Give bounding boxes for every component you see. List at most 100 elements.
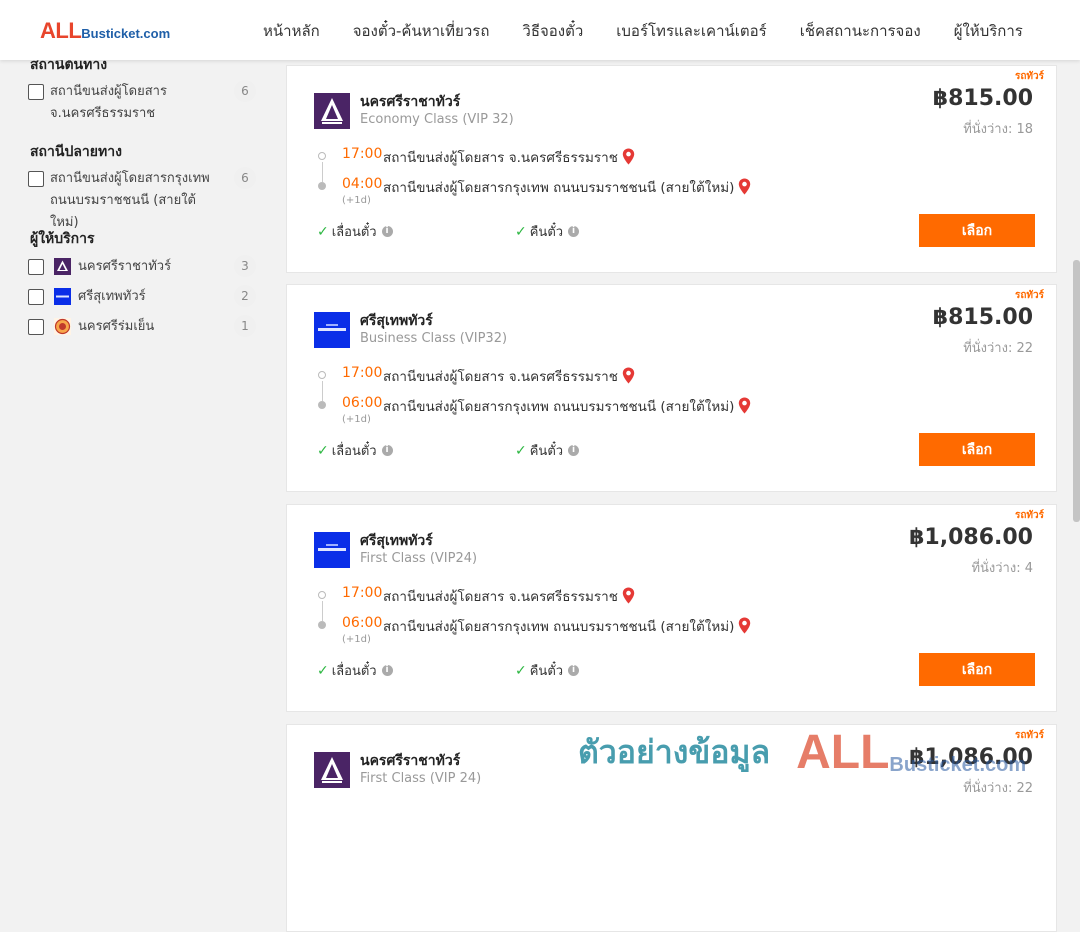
location-pin-icon[interactable]	[738, 397, 751, 414]
arrival-time: 06:00	[342, 395, 383, 411]
departure-station-label: สถานีขนส่งผู้โดยสาร จ.นครศรีธรรมราช	[383, 369, 618, 385]
change-ticket-policy: ✓ เลื่อนตั๋ว i	[317, 660, 393, 681]
seat-class: First Class (VIP24)	[360, 551, 478, 566]
policy-label: เลื่อนตั๋ว	[331, 444, 377, 459]
trip-card: รถทัวร์ นครศรีราชาทัวร์ Economy Class (V…	[286, 65, 1057, 273]
route-line	[322, 601, 323, 621]
nakhonsi-logo-icon	[314, 93, 350, 129]
location-pin-icon[interactable]	[738, 178, 751, 195]
trip-price: ฿1,086.00	[909, 525, 1033, 550]
check-icon: ✓	[317, 223, 329, 240]
nav-operators[interactable]: ผู้ให้บริการ	[954, 19, 1023, 43]
srisuthep-logo-icon	[54, 288, 71, 305]
day-offset: (+1d)	[342, 195, 371, 206]
operator-name: นครศรีราชาทัวร์	[360, 94, 461, 110]
location-pin-icon[interactable]	[622, 587, 635, 604]
route-line	[322, 381, 323, 401]
policy-label: คืนตั๋ว	[529, 444, 564, 459]
bus-type-tag: รถทัวร์	[1014, 290, 1044, 301]
check-icon: ✓	[515, 442, 527, 459]
logo-all-text: ALL	[40, 18, 82, 43]
seats-available: ที่นั่งว่าง: 22	[963, 781, 1033, 796]
trip-card: รถทัวร์ ศรีสุเทพทัวร์ First Class (VIP24…	[286, 504, 1057, 712]
nav-phone-counters[interactable]: เบอร์โทรและเคาน์เตอร์	[616, 19, 766, 43]
info-icon[interactable]: i	[568, 226, 580, 237]
info-icon[interactable]: i	[381, 445, 393, 456]
day-offset: (+1d)	[342, 634, 371, 645]
operator-option-count: 3	[234, 255, 256, 277]
info-icon[interactable]: i	[381, 665, 393, 676]
departure-station[interactable]: สถานีขนส่งผู้โดยสาร จ.นครศรีธรรมราช	[383, 585, 635, 607]
select-trip-button[interactable]: เลือก	[919, 653, 1035, 686]
arrival-station-label: สถานีขนส่งผู้โดยสารกรุงเทพ ถนนบรมราชชนนี…	[383, 180, 735, 196]
operator-checkbox[interactable]	[28, 319, 44, 335]
bus-type-tag: รถทัวร์	[1014, 730, 1044, 741]
departure-station[interactable]: สถานีขนส่งผู้โดยสาร จ.นครศรีธรรมราช	[383, 146, 635, 168]
origin-filter-option[interactable]: สถานีขนส่งผู้โดยสาร จ.นครศรีธรรมราช 6	[28, 80, 256, 124]
operator-name: นครศรีราชาทัวร์	[360, 753, 461, 769]
info-icon[interactable]: i	[568, 665, 580, 676]
arrival-dot	[318, 401, 326, 409]
select-trip-button[interactable]: เลือก	[919, 433, 1035, 466]
destination-option-label: สถานีขนส่งผู้โดยสารกรุงเทพ ถนนบรมราชชนนี…	[50, 171, 210, 230]
page-scrollbar[interactable]	[1073, 260, 1080, 522]
nakhonsi-logo-icon	[54, 258, 71, 275]
policy-label: เลื่อนตั๋ว	[331, 225, 377, 240]
seat-class: Business Class (VIP32)	[360, 331, 508, 346]
refund-ticket-policy: ✓ คืนตั๋ว i	[515, 221, 580, 242]
refund-ticket-policy: ✓ คืนตั๋ว i	[515, 660, 580, 681]
nav-check-status[interactable]: เช็คสถานะการจอง	[800, 19, 921, 43]
operator-filter-option[interactable]: นครศรีร่มเย็น 1	[28, 315, 256, 359]
site-header: ALLBusticket.com หน้าหลัก จองตั๋ว-ค้นหาเ…	[0, 0, 1080, 60]
departure-dot	[318, 152, 326, 160]
arrival-dot	[318, 621, 326, 629]
destination-option-count: 6	[234, 167, 256, 189]
trip-card: รถทัวร์ นครศรีราชาทัวร์ First Class (VIP…	[286, 724, 1057, 932]
departure-time: 17:00	[342, 585, 383, 601]
arrival-station[interactable]: สถานีขนส่งผู้โดยสารกรุงเทพ ถนนบรมราชชนนี…	[383, 176, 751, 198]
operator-option-count: 2	[234, 285, 256, 307]
arrival-time: 06:00	[342, 615, 383, 631]
location-pin-icon[interactable]	[622, 148, 635, 165]
origin-checkbox[interactable]	[28, 84, 44, 100]
operator-option-label: นครศรีร่มเย็น	[78, 319, 155, 334]
nav-how-to-book[interactable]: วิธีจองตั๋ว	[522, 19, 583, 43]
info-icon[interactable]: i	[568, 445, 580, 456]
operator-filter-title: ผู้ให้บริการ	[30, 231, 95, 247]
info-icon[interactable]: i	[381, 226, 393, 237]
arrival-station-label: สถานีขนส่งผู้โดยสารกรุงเทพ ถนนบรมราชชนนี…	[383, 399, 735, 415]
arrival-time: 04:00	[342, 176, 383, 192]
change-ticket-policy: ✓ เลื่อนตั๋ว i	[317, 440, 393, 461]
departure-dot	[318, 371, 326, 379]
site-logo[interactable]: ALLBusticket.com	[40, 18, 170, 44]
origin-option-label: สถานีขนส่งผู้โดยสาร จ.นครศรีธรรมราช	[50, 84, 167, 121]
refund-ticket-policy: ✓ คืนตั๋ว i	[515, 440, 580, 461]
operator-checkbox[interactable]	[28, 289, 44, 305]
departure-dot	[318, 591, 326, 599]
operator-option-label: นครศรีราชาทัวร์	[78, 259, 172, 274]
arrival-dot	[318, 182, 326, 190]
location-pin-icon[interactable]	[738, 617, 751, 634]
departure-station[interactable]: สถานีขนส่งผู้โดยสาร จ.นครศรีธรรมราช	[383, 365, 635, 387]
operator-option-label: ศรีสุเทพทัวร์	[78, 289, 146, 304]
departure-station-label: สถานีขนส่งผู้โดยสาร จ.นครศรีธรรมราช	[383, 589, 618, 605]
departure-time: 17:00	[342, 365, 383, 381]
bus-type-tag: รถทัวร์	[1014, 510, 1044, 521]
origin-option-count: 6	[234, 80, 256, 102]
departure-time: 17:00	[342, 146, 383, 162]
arrival-station[interactable]: สถานีขนส่งผู้โดยสารกรุงเทพ ถนนบรมราชชนนี…	[383, 615, 751, 637]
day-offset: (+1d)	[342, 414, 371, 425]
select-trip-button[interactable]: เลือก	[919, 214, 1035, 247]
departure-station-label: สถานีขนส่งผู้โดยสาร จ.นครศรีธรรมราช	[383, 150, 618, 166]
bus-type-tag: รถทัวร์	[1014, 71, 1044, 82]
route-line	[322, 162, 323, 182]
policy-label: คืนตั๋ว	[529, 225, 564, 240]
location-pin-icon[interactable]	[622, 367, 635, 384]
destination-filter-option[interactable]: สถานีขนส่งผู้โดยสารกรุงเทพ ถนนบรมราชชนนี…	[28, 167, 256, 230]
arrival-station[interactable]: สถานีขนส่งผู้โดยสารกรุงเทพ ถนนบรมราชชนนี…	[383, 395, 751, 417]
operator-checkbox[interactable]	[28, 259, 44, 275]
trip-price: ฿1,086.00	[909, 745, 1033, 770]
nav-book-search[interactable]: จองตั๋ว-ค้นหาเที่ยวรถ	[353, 19, 490, 43]
destination-checkbox[interactable]	[28, 171, 44, 187]
nav-home[interactable]: หน้าหลัก	[263, 19, 320, 43]
